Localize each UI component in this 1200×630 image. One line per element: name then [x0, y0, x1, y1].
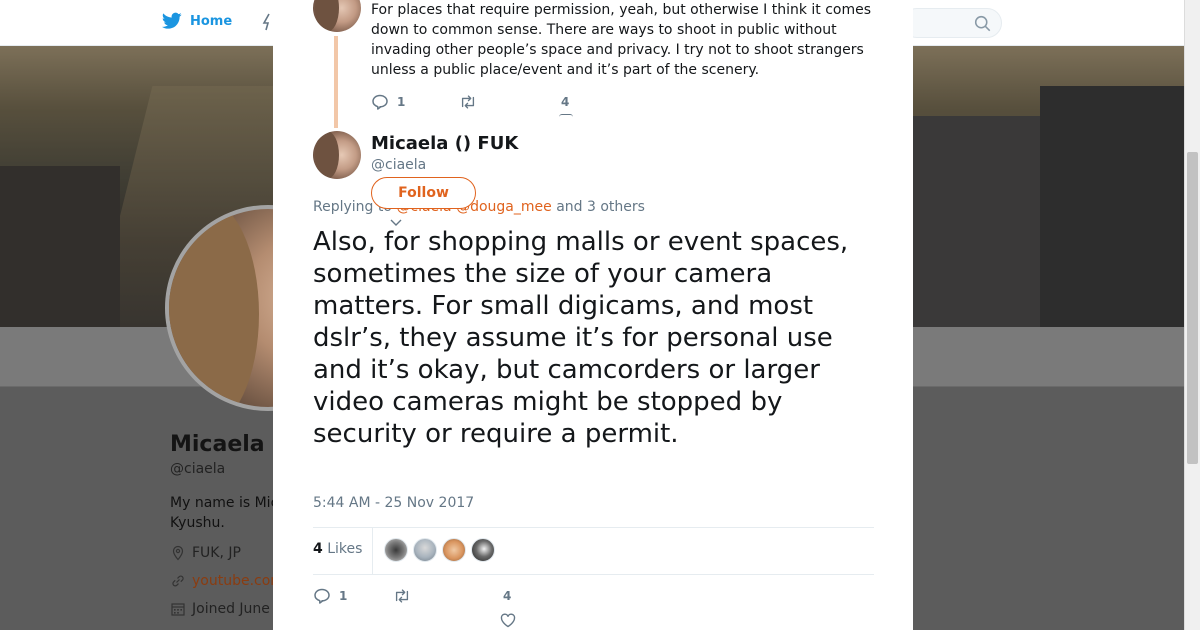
reply-icon	[372, 94, 388, 110]
nav-home-label: Home	[190, 13, 233, 29]
twitter-bird-icon	[162, 12, 182, 29]
follow-button[interactable]: Follow	[371, 177, 476, 209]
likes-stat-label: Likes	[327, 541, 363, 557]
previous-tweet-text: For places that require permission, yeah…	[371, 2, 872, 78]
nav-home-link[interactable]: Home	[162, 12, 232, 30]
tweet-text: Also, for shopping malls or event spaces…	[313, 227, 849, 449]
profile-url-text[interactable]: youtube.com	[192, 573, 284, 589]
likes-stat[interactable]: 4 Likes	[313, 541, 362, 557]
heart-icon[interactable]	[559, 114, 573, 117]
link-icon	[172, 575, 184, 587]
thread-connector-line	[334, 36, 338, 128]
page-scrollbar[interactable]	[1184, 0, 1200, 630]
profile-bio: My name is Mic Kyushu.	[170, 495, 279, 531]
profile-joined: Joined June	[170, 601, 270, 617]
avatar[interactable]	[413, 538, 437, 562]
retweet-button[interactable]	[393, 587, 493, 605]
like-count: 4	[561, 95, 570, 109]
profile-name: Micaela (	[170, 432, 283, 457]
close-icon	[1156, 14, 1176, 34]
avatar[interactable]	[471, 538, 495, 562]
liker-avatars	[384, 538, 495, 562]
tweet-author-name[interactable]: Micaela () FUK	[371, 133, 518, 154]
retweet-button[interactable]	[459, 93, 559, 111]
tweet-actions: 1 4	[313, 586, 516, 628]
profile-joined-text: Joined June	[192, 601, 270, 617]
tweet-author-avatar[interactable]	[313, 131, 361, 179]
profile-handle[interactable]: @ciaela	[170, 461, 225, 477]
retweet-icon	[461, 95, 475, 109]
calendar-icon	[171, 603, 185, 616]
tweet-author-handle[interactable]: @ciaela	[371, 157, 426, 173]
reply-count: 1	[339, 589, 348, 603]
location-pin-icon	[172, 545, 184, 561]
tweet-timestamp[interactable]: 5:44 AM - 25 Nov 2017	[313, 495, 474, 511]
retweet-icon	[395, 589, 409, 603]
avatar[interactable]	[442, 538, 466, 562]
tweet-permalink-modal: For places that require permission, yeah…	[273, 0, 913, 630]
scrollbar-thumb[interactable]	[1187, 152, 1198, 464]
chevron-down-icon[interactable]	[390, 213, 402, 226]
stats-divider	[372, 528, 373, 574]
heart-icon[interactable]	[499, 611, 517, 629]
like-count: 4	[503, 589, 512, 603]
avatar[interactable]	[384, 538, 408, 562]
reply-icon	[314, 588, 330, 604]
profile-location-text: FUK, JP	[192, 545, 241, 561]
reply-count: 1	[397, 95, 406, 109]
close-modal-button[interactable]	[1152, 10, 1180, 38]
replying-to-context: Replying to @ciaela @douga_mee and 3 oth…	[313, 199, 645, 215]
previous-tweet-actions: 1 4	[371, 92, 573, 115]
profile-url[interactable]: youtube.com	[170, 573, 284, 589]
reply-button[interactable]: 1	[371, 93, 459, 111]
replying-to-others[interactable]: and 3 others	[556, 199, 645, 215]
likes-stat-count: 4	[313, 541, 323, 557]
reply-button[interactable]: 1	[313, 587, 393, 605]
profile-location: FUK, JP	[170, 545, 241, 561]
previous-tweet-avatar[interactable]	[313, 0, 361, 32]
search-input[interactable]	[902, 8, 1002, 38]
search-icon	[974, 15, 991, 32]
tweet-stats: 4 Likes	[313, 527, 874, 575]
